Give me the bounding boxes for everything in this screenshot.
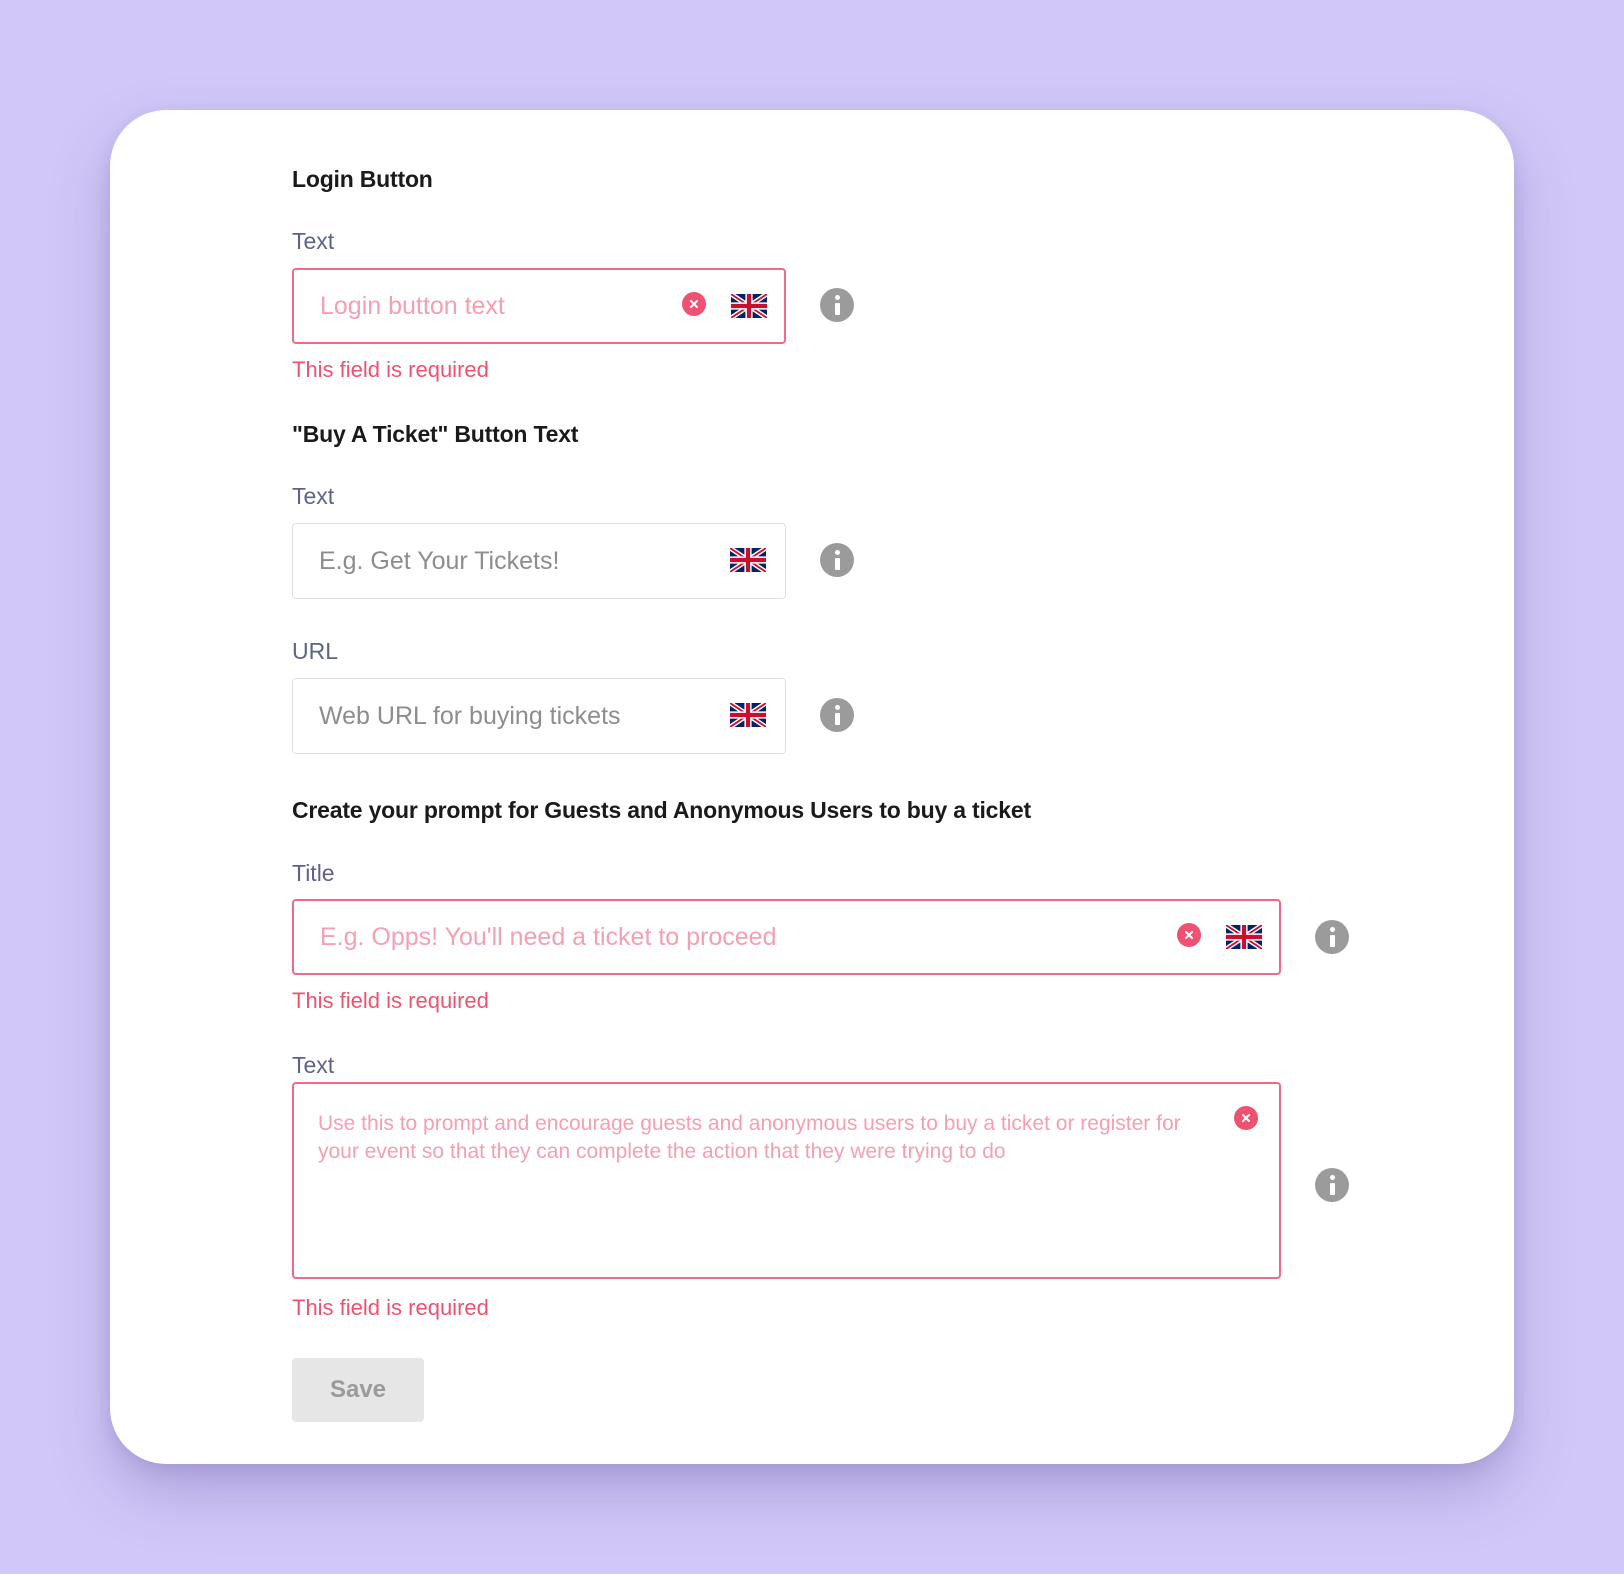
prompt-text-field (292, 1082, 1281, 1279)
settings-card: Login Button Text This field is required… (110, 110, 1514, 1464)
login-text-field (292, 268, 786, 344)
prompt-text-label: Text (292, 1052, 335, 1078)
buy-ticket-text-field (292, 523, 786, 599)
login-text-error: This field is required (292, 357, 489, 382)
clear-icon[interactable] (1234, 1106, 1258, 1130)
uk-flag-icon[interactable] (730, 548, 766, 572)
buy-ticket-url-label: URL (292, 638, 339, 664)
prompt-title-input[interactable] (320, 901, 1140, 973)
clear-icon[interactable] (682, 292, 706, 316)
login-button-heading: Login Button (292, 166, 433, 192)
info-icon[interactable] (820, 543, 854, 577)
prompt-title-field (292, 899, 1281, 975)
prompt-text-error: This field is required (292, 1295, 489, 1320)
save-button[interactable]: Save (292, 1358, 424, 1422)
uk-flag-icon[interactable] (731, 294, 767, 318)
uk-flag-icon[interactable] (730, 703, 766, 727)
info-icon[interactable] (1315, 1168, 1349, 1202)
buy-ticket-heading: "Buy A Ticket" Button Text (292, 421, 579, 447)
prompt-title-label: Title (292, 860, 335, 886)
login-text-label: Text (292, 228, 335, 254)
prompt-text-textarea[interactable] (318, 1110, 1208, 1250)
info-icon[interactable] (820, 288, 854, 322)
uk-flag-icon[interactable] (1226, 925, 1262, 949)
prompt-title-error: This field is required (292, 988, 489, 1013)
buy-ticket-url-field (292, 678, 786, 754)
prompt-heading: Create your prompt for Guests and Anonym… (292, 797, 1031, 823)
buy-ticket-text-input[interactable] (319, 524, 699, 598)
info-icon[interactable] (820, 698, 854, 732)
login-text-input[interactable] (320, 270, 660, 342)
clear-icon[interactable] (1177, 923, 1201, 947)
buy-ticket-url-input[interactable] (319, 679, 699, 753)
buy-ticket-text-label: Text (292, 483, 335, 509)
info-icon[interactable] (1315, 920, 1349, 954)
